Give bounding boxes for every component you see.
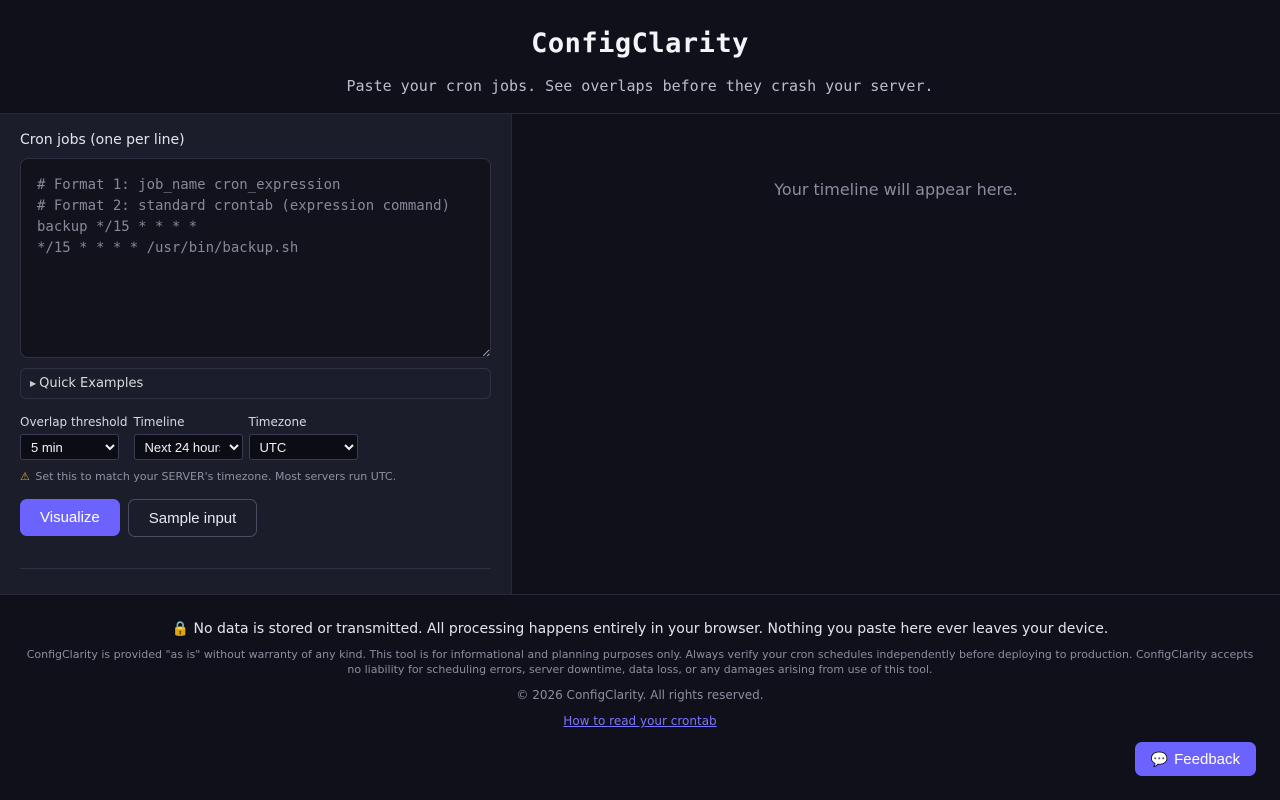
feedback-label: Feedback: [1174, 750, 1240, 768]
timezone-warning-text: Set this to match your SERVER's timezone…: [35, 470, 397, 483]
timezone-warning: ⚠ Set this to match your SERVER's timezo…: [20, 470, 491, 483]
privacy-text: No data is stored or transmitted. All pr…: [193, 621, 1109, 637]
timeline-placeholder: Your timeline will appear here.: [774, 180, 1018, 199]
quick-examples-label: Quick Examples: [39, 376, 144, 391]
page-header: ConfigClarity Paste your cron jobs. See …: [0, 0, 1280, 114]
copyright: © 2026 ConfigClarity. All rights reserve…: [516, 688, 764, 702]
action-buttons: Visualize Sample input: [20, 499, 491, 537]
timezone-label: Timezone: [248, 415, 307, 429]
triangle-right-icon: ▶: [30, 379, 37, 388]
warning-icon: ⚠: [20, 470, 30, 483]
main-content: Cron jobs (one per line) ▶ Quick Example…: [0, 114, 1280, 594]
disclaimer: ConfigClarity is provided "as is" withou…: [26, 648, 1254, 676]
timeline-panel: Your timeline will appear here.: [512, 114, 1280, 594]
options-row: Overlap threshold 5 min Timeline Next 24…: [20, 415, 491, 460]
timezone-control: Timezone UTC: [248, 415, 358, 460]
timeline-range-label: Timeline: [133, 415, 185, 429]
tagline: Paste your cron jobs. See overlaps befor…: [346, 77, 934, 95]
page-footer: 🔒 No data is stored or transmitted. All …: [0, 594, 1280, 729]
app-title: ConfigClarity: [531, 28, 749, 59]
sample-input-button[interactable]: Sample input: [127, 499, 258, 537]
timeline-range-control: Timeline Next 24 hours: [133, 415, 243, 460]
cron-jobs-label: Cron jobs (one per line): [20, 132, 185, 148]
visualize-button[interactable]: Visualize: [20, 499, 120, 536]
overlap-threshold-control: Overlap threshold 5 min: [20, 415, 128, 460]
timeline-range-select[interactable]: Next 24 hours: [133, 434, 243, 460]
speech-bubble-icon: 💬: [1150, 750, 1169, 767]
privacy-notice: 🔒 No data is stored or transmitted. All …: [0, 621, 1280, 637]
feedback-button[interactable]: 💬 Feedback: [1134, 742, 1256, 776]
crontab-help-link[interactable]: How to read your crontab: [563, 714, 716, 728]
panel-divider: [20, 568, 491, 569]
cron-jobs-input[interactable]: [20, 158, 491, 358]
timezone-select[interactable]: UTC: [248, 434, 358, 460]
input-panel: Cron jobs (one per line) ▶ Quick Example…: [0, 114, 512, 594]
overlap-threshold-label: Overlap threshold: [20, 415, 128, 429]
quick-examples-toggle[interactable]: ▶ Quick Examples: [20, 368, 491, 399]
lock-icon: 🔒: [171, 621, 190, 637]
overlap-threshold-select[interactable]: 5 min: [20, 434, 119, 460]
